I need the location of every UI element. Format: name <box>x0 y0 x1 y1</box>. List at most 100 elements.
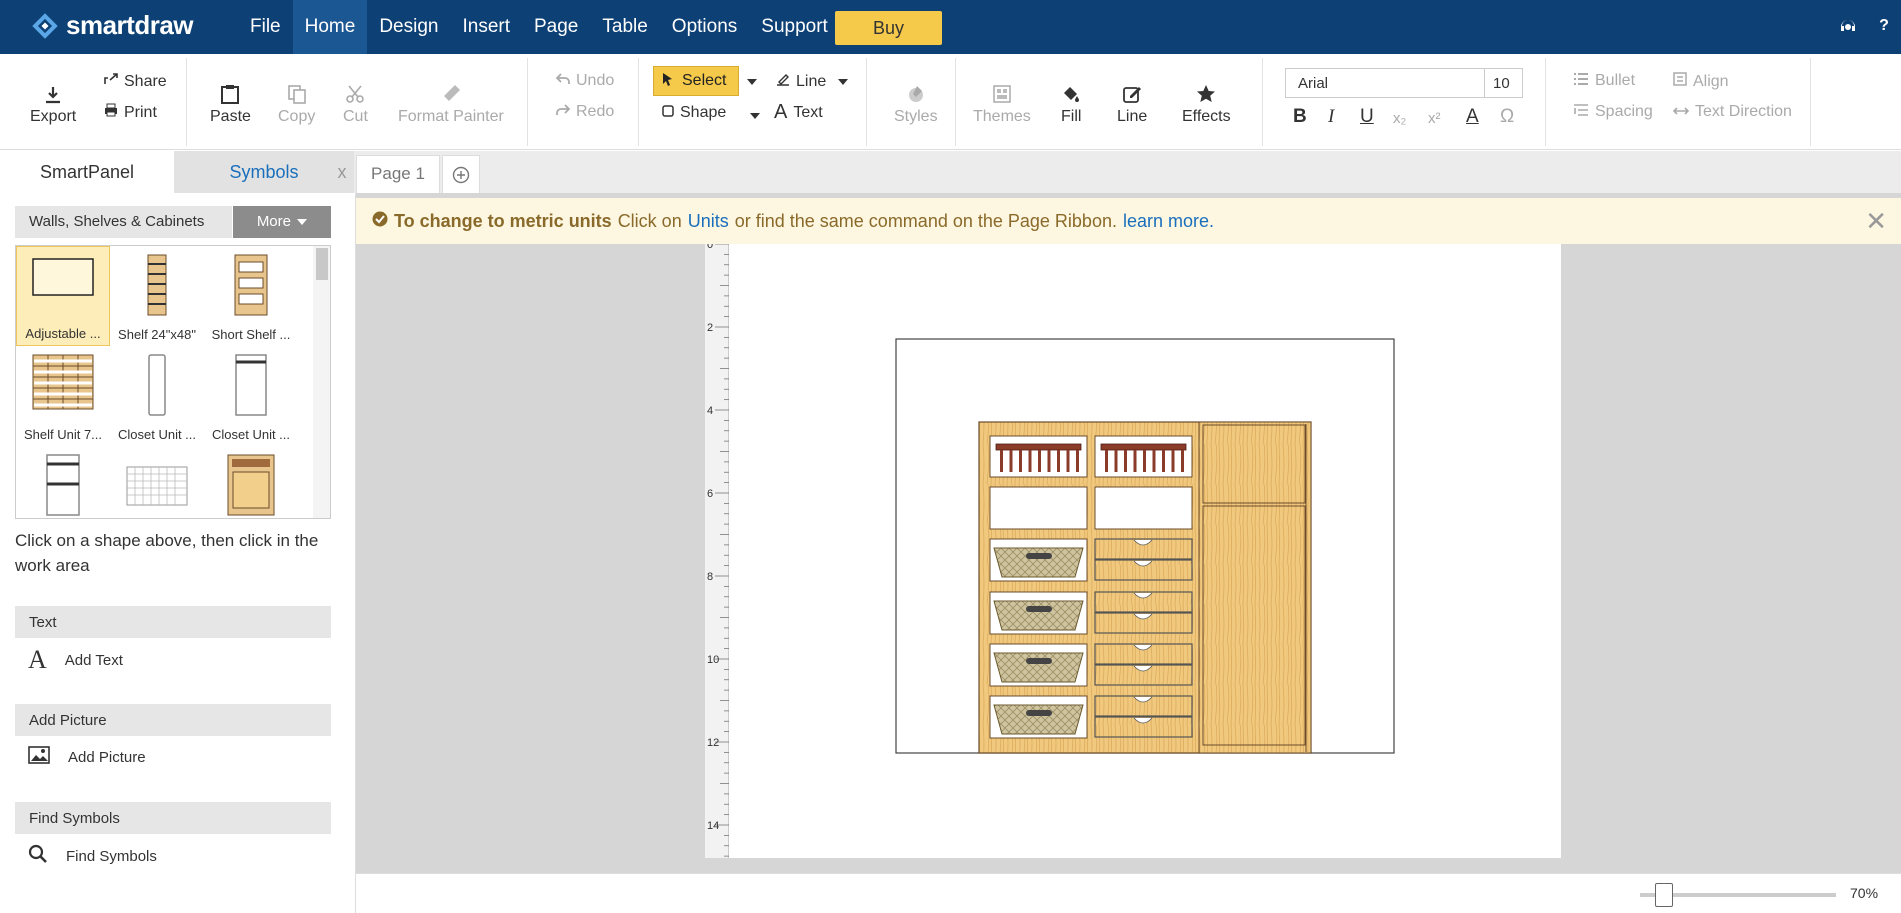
line-dropdown-icon[interactable] <box>838 78 849 85</box>
align-button[interactable]: Align <box>1673 72 1729 91</box>
symbol-adjustable-shelf[interactable]: Adjustable ... <box>16 246 110 346</box>
adjustable-shelf-icon <box>32 258 94 296</box>
styles-label: Styles <box>894 108 938 125</box>
underline-button[interactable]: U <box>1360 106 1374 128</box>
ruler-label: 8 <box>707 571 713 583</box>
undo-button[interactable]: Undo <box>555 72 614 90</box>
themes-button[interactable]: Themes <box>973 76 1031 126</box>
menu-insert[interactable]: Insert <box>450 0 522 54</box>
menu-home[interactable]: Home <box>292 0 368 54</box>
banner-text-2: or find the same command on the Page Rib… <box>734 210 1117 231</box>
font-size-field[interactable]: 10 <box>1485 68 1523 98</box>
redo-button[interactable]: Redo <box>556 103 614 121</box>
ruler-label: 6 <box>707 488 713 500</box>
symbol-closet-unit-2[interactable]: Closet Unit ... <box>204 346 298 446</box>
menu-table[interactable]: Table <box>590 0 659 54</box>
ruler-label: 10 <box>707 654 719 666</box>
text-direction-button[interactable]: Text Direction <box>1672 103 1792 121</box>
fill-button[interactable]: Fill <box>1061 76 1081 126</box>
styles-button[interactable]: Styles <box>894 76 938 126</box>
effects-button[interactable]: Effects <box>1182 76 1231 126</box>
font-name-field[interactable]: Arial <box>1285 68 1485 98</box>
shape-dropdown-icon[interactable] <box>750 113 760 119</box>
more-label: More <box>256 213 291 230</box>
find-symbols-button[interactable]: Find Symbols <box>28 844 157 868</box>
share-button[interactable]: Share <box>104 72 167 91</box>
learn-more-link[interactable]: learn more. <box>1123 211 1214 232</box>
superscript-button[interactable]: x² <box>1428 110 1441 127</box>
menu-file[interactable]: File <box>238 0 293 54</box>
closet-unit-shape[interactable] <box>978 421 1312 754</box>
symbol-short-shelf[interactable]: Short Shelf ... <box>204 246 298 346</box>
select-tool-button[interactable]: Select <box>653 66 739 96</box>
menu-design[interactable]: Design <box>367 0 450 54</box>
smartdraw-logo[interactable]: smartdraw <box>30 10 194 41</box>
text-tool-button[interactable]: A Text <box>774 101 823 124</box>
symbol-caption: Short Shelf ... <box>211 327 291 342</box>
closet-drawing[interactable] <box>729 244 1561 858</box>
tab-smartpanel[interactable]: SmartPanel <box>0 151 174 193</box>
symbol-caption: Closet Unit ... <box>117 427 197 442</box>
font-color-button[interactable]: A <box>1466 106 1479 128</box>
text-direction-label: Text Direction <box>1695 103 1792 120</box>
plus-circle-icon <box>452 166 470 183</box>
symbol-drawer-cabinet[interactable] <box>204 446 298 518</box>
more-caret-icon <box>297 219 308 226</box>
scissors-icon <box>345 76 365 104</box>
scrollbar-thumb[interactable] <box>316 248 328 280</box>
star-icon <box>1196 76 1216 104</box>
symbol-closet-unit-1[interactable]: Closet Unit ... <box>110 346 204 446</box>
menu-options[interactable]: Options <box>660 0 749 54</box>
close-banner-icon[interactable]: ✕ <box>1865 206 1887 237</box>
bullet-button[interactable]: Bullet <box>1573 72 1635 90</box>
main-menu: File Home Design Insert Page Table Optio… <box>238 0 840 54</box>
subscript-button[interactable]: x₂ <box>1393 110 1406 127</box>
library-scrollbar[interactable] <box>313 246 330 518</box>
copy-icon <box>287 76 307 104</box>
add-text-button[interactable]: A Add Text <box>28 645 123 675</box>
symbol-button[interactable]: Ω <box>1500 106 1514 128</box>
copy-button[interactable]: Copy <box>278 76 315 126</box>
zoom-value: 70% <box>1850 885 1879 901</box>
format-painter-button[interactable]: Format Painter <box>398 76 504 126</box>
line-style-button[interactable]: Line <box>1117 76 1147 126</box>
help-icon[interactable]: ? <box>1873 15 1895 37</box>
buy-button[interactable]: Buy <box>835 11 942 45</box>
symbol-cabinet[interactable] <box>16 446 110 518</box>
symbol-shelf[interactable]: Shelf 24"x48" <box>110 246 204 346</box>
tab-symbols[interactable]: Symbols <box>174 151 354 193</box>
symbol-grid-rack[interactable] <box>110 446 204 518</box>
bold-button[interactable]: B <box>1293 106 1307 128</box>
clipboard-icon <box>221 76 240 104</box>
export-button[interactable]: Export <box>30 76 76 126</box>
menu-page[interactable]: Page <box>522 0 590 54</box>
ruler-label: 14 <box>707 820 719 832</box>
smart-panel: Walls, Shelves & Cabinets More Adjustabl… <box>0 193 356 913</box>
close-symbols-icon[interactable]: x <box>330 151 354 193</box>
print-button[interactable]: Print <box>104 103 157 122</box>
library-name[interactable]: Walls, Shelves & Cabinets <box>15 206 232 238</box>
add-page-button[interactable] <box>442 155 480 193</box>
symbol-shelf-unit[interactable]: Shelf Unit 7... <box>16 346 110 446</box>
tab-page-1[interactable]: Page 1 <box>356 155 440 193</box>
shape-tool-button[interactable]: Shape <box>662 104 726 122</box>
add-picture-label: Add Picture <box>68 748 146 766</box>
spacing-button[interactable]: Spacing <box>1573 103 1653 121</box>
drawing-page[interactable] <box>729 244 1561 858</box>
zoom-slider-handle[interactable] <box>1654 883 1673 907</box>
paste-button[interactable]: Paste <box>210 76 251 126</box>
symbol-caption: Adjustable ... <box>25 326 101 341</box>
select-dropdown-icon[interactable] <box>747 79 757 85</box>
vertical-ruler: 0 2 4 6 8 10 12 14 <box>705 239 729 858</box>
menu-support[interactable]: Support <box>749 0 840 54</box>
more-libraries-button[interactable]: More <box>233 206 331 238</box>
italic-button[interactable]: I <box>1328 106 1334 128</box>
arrows-horizontal-icon <box>1672 103 1690 121</box>
line-tool-button[interactable]: Line <box>776 72 849 91</box>
cut-button[interactable]: Cut <box>343 76 368 126</box>
banner-text-1: Click on <box>617 210 682 231</box>
units-link[interactable]: Units <box>688 211 729 232</box>
add-picture-button[interactable]: Add Picture <box>28 746 146 768</box>
closet-unit-icon <box>235 354 267 416</box>
headset-icon[interactable] <box>1837 15 1859 37</box>
